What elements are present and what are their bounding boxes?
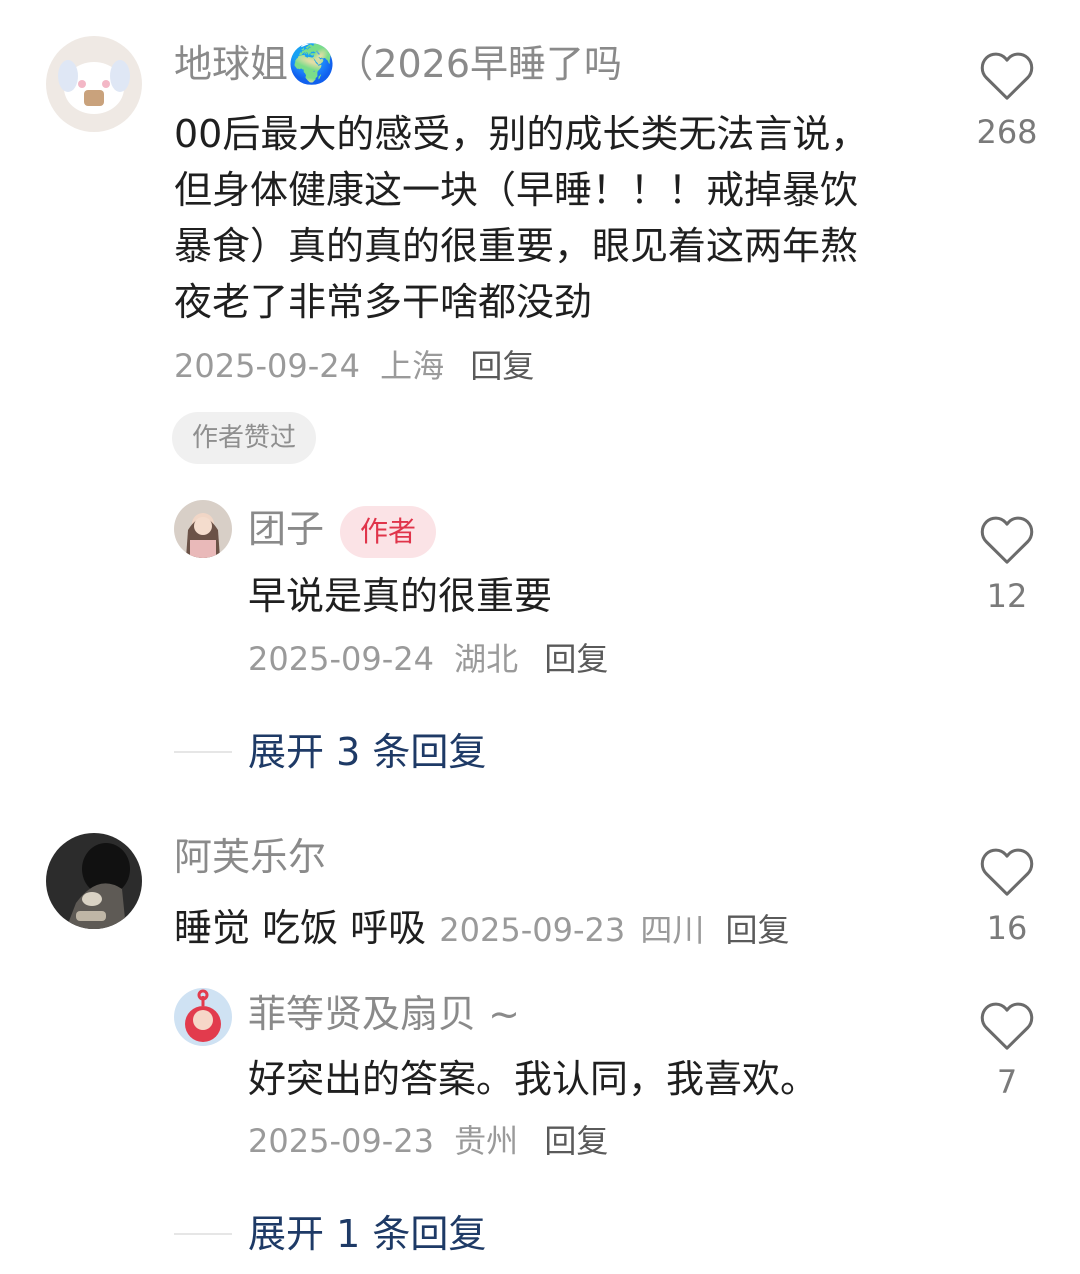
like-count: 16 xyxy=(986,909,1028,947)
reply-author-row: 团子 作者 xyxy=(248,505,437,558)
avatar[interactable] xyxy=(174,988,232,1046)
like-count: 7 xyxy=(996,1063,1018,1101)
commenter-name[interactable]: 地球姐🌍（2026早睡了吗 xyxy=(174,40,622,88)
dark-photo-avatar-icon xyxy=(46,833,142,929)
avatar[interactable] xyxy=(46,36,142,132)
author-tag: 作者 xyxy=(340,505,437,558)
comment-meta: 2025-09-24 上海 回复 xyxy=(174,345,534,387)
reply-button[interactable]: 回复 xyxy=(544,640,608,678)
reply-text: 早说是真的很重要 xyxy=(248,574,553,618)
expand-divider xyxy=(174,751,232,753)
commenter-name[interactable]: 阿芙乐尔 xyxy=(174,833,326,881)
reply-button[interactable]: 回复 xyxy=(544,1122,608,1160)
avatar[interactable] xyxy=(174,500,232,558)
heart-icon[interactable] xyxy=(979,1000,1035,1052)
comment-text: 00后最大的感受，别的成长类无法言说，但身体健康这一块（早睡！！！戒掉暴饮暴食）… xyxy=(174,112,869,324)
like-button[interactable]: 16 xyxy=(947,846,1067,948)
like-count: 268 xyxy=(976,113,1038,151)
reply-author-name[interactable]: 菲等贤及扇贝 ~ xyxy=(248,990,520,1038)
like-button[interactable]: 7 xyxy=(947,1000,1067,1102)
comment-location: 上海 xyxy=(380,347,445,385)
reply-date: 2025-09-24 xyxy=(248,640,434,678)
comment-row: 睡觉 吃饭 呼吸 2025-09-23 四川 回复 xyxy=(174,900,789,956)
reply-button[interactable]: 回复 xyxy=(725,911,789,949)
like-button[interactable]: 12 xyxy=(947,514,1067,616)
comment-text: 睡觉 吃饭 呼吸 xyxy=(174,906,427,950)
heart-icon[interactable] xyxy=(979,50,1035,102)
teletubby-avatar-icon xyxy=(174,988,232,1046)
reply-text: 好突出的答案。我认同，我喜欢。 xyxy=(248,1057,819,1101)
like-count: 12 xyxy=(986,577,1028,615)
reply-date: 2025-09-23 xyxy=(248,1122,434,1160)
like-button[interactable]: 268 xyxy=(947,50,1067,152)
expand-replies-button[interactable]: 展开 1 条回复 xyxy=(248,1209,486,1259)
expand-replies-button[interactable]: 展开 3 条回复 xyxy=(248,727,486,777)
expand-divider xyxy=(174,1233,232,1235)
heart-icon[interactable] xyxy=(979,846,1035,898)
comment-date: 2025-09-23 xyxy=(439,911,626,949)
reply-button[interactable]: 回复 xyxy=(470,347,534,385)
reply-meta: 2025-09-23 贵州 回复 xyxy=(248,1120,608,1162)
reply-meta: 2025-09-24 湖北 回复 xyxy=(248,638,608,680)
comment-location: 四川 xyxy=(640,911,705,949)
girl-photo-avatar-icon xyxy=(174,500,232,558)
comment-date: 2025-09-24 xyxy=(174,347,360,385)
author-liked-badge: 作者赞过 xyxy=(172,412,317,464)
plush-toy-avatar-icon xyxy=(46,36,142,132)
heart-icon[interactable] xyxy=(979,514,1035,566)
reply-location: 湖北 xyxy=(454,640,519,678)
reply-author-name[interactable]: 团子 xyxy=(248,507,324,551)
reply-location: 贵州 xyxy=(454,1122,519,1160)
avatar[interactable] xyxy=(46,833,142,929)
